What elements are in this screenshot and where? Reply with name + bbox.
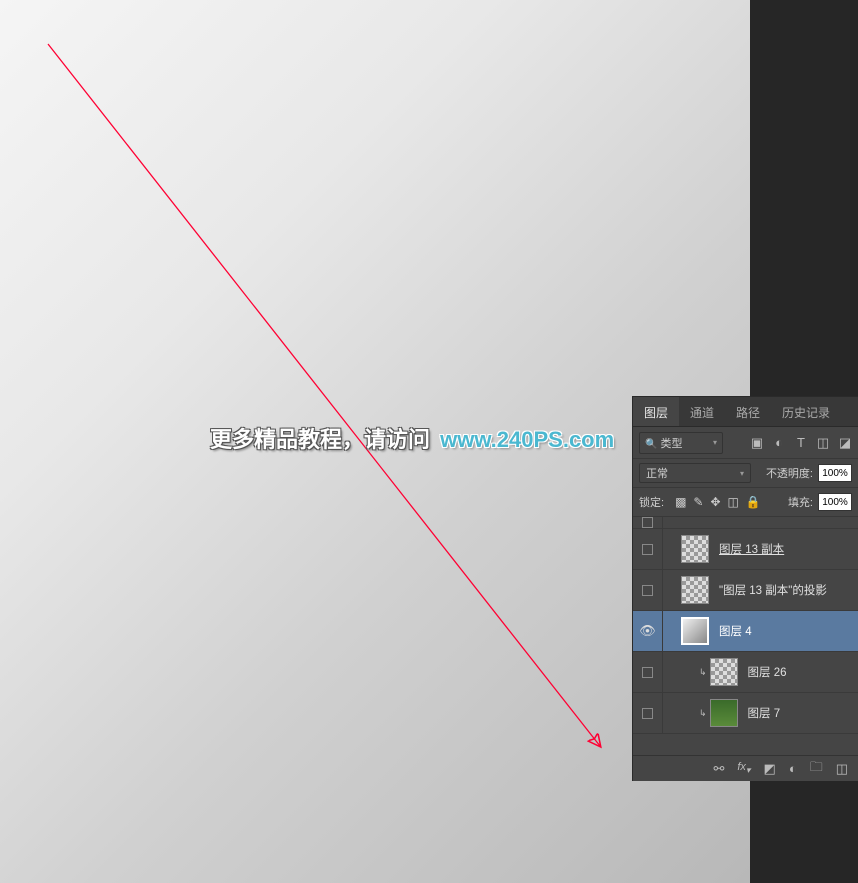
filter-row: 类型 ▾ ▣ ◐ T ◫ ◪ bbox=[633, 427, 858, 459]
filter-smart-icon[interactable]: ◪ bbox=[838, 435, 852, 451]
layer-thumbnail[interactable] bbox=[710, 699, 738, 727]
blend-mode-select[interactable]: 正常 ▾ bbox=[639, 463, 751, 483]
layers-list[interactable]: 图层 13 副本 "图层 13 副本"的投影图层 4 ↳ 图层 26 ↳ 图层 7 bbox=[633, 517, 858, 755]
clip-icon: ↳ bbox=[699, 667, 707, 678]
tab-history[interactable]: 历史记录 bbox=[771, 397, 841, 426]
layer-thumbnail[interactable] bbox=[710, 658, 738, 686]
filter-type-label: 类型 bbox=[660, 438, 682, 450]
filter-adjust-icon[interactable]: ◐ bbox=[772, 435, 786, 451]
tab-layers[interactable]: 图层 bbox=[633, 397, 679, 426]
watermark-text: 更多精品教程，请访问 www.240PS.com bbox=[210, 422, 614, 454]
visibility-toggle[interactable] bbox=[642, 517, 653, 528]
watermark-zh: 更多精品教程，请访问 bbox=[210, 427, 430, 452]
lock-artboard-icon[interactable]: ◫ bbox=[728, 495, 739, 509]
layer-name[interactable]: "图层 13 副本"的投影 bbox=[719, 582, 827, 598]
layer-name[interactable]: 图层 26 bbox=[748, 664, 787, 680]
fill-label: 填充: bbox=[788, 494, 813, 510]
eye-icon[interactable] bbox=[639, 623, 656, 639]
panel-footer: ⚯ fx▾ ◩ ◐ 🗀 ◫ bbox=[633, 755, 858, 781]
group-icon[interactable]: 🗀 bbox=[810, 758, 823, 780]
mask-icon[interactable]: ◩ bbox=[764, 761, 776, 777]
lock-brush-icon[interactable]: ✎ bbox=[693, 495, 703, 509]
lock-row: 锁定: ▩ ✎ ✥ ◫ 🔒 填充: 100% bbox=[633, 488, 858, 517]
layer-row-partial[interactable] bbox=[633, 517, 858, 529]
link-layers-icon[interactable]: ⚯ bbox=[713, 761, 724, 777]
adjustment-icon[interactable]: ◐ bbox=[789, 761, 797, 776]
chevron-down-icon: ▾ bbox=[740, 469, 744, 478]
tab-channels[interactable]: 通道 bbox=[679, 397, 725, 426]
layer-row[interactable]: "图层 13 副本"的投影 bbox=[633, 570, 858, 611]
layers-panel: 图层 通道 路径 历史记录 类型 ▾ ▣ ◐ T ◫ ◪ 正常 ▾ 不透明度: … bbox=[632, 396, 858, 781]
search-icon bbox=[645, 438, 660, 450]
visibility-toggle[interactable] bbox=[642, 544, 653, 555]
panel-tabs: 图层 通道 路径 历史记录 bbox=[633, 397, 858, 427]
clip-icon: ↳ bbox=[699, 708, 707, 719]
visibility-toggle[interactable] bbox=[642, 585, 653, 596]
opacity-input[interactable]: 100% bbox=[818, 464, 852, 482]
layer-row[interactable]: 图层 4 bbox=[633, 611, 858, 652]
filter-type-icon[interactable]: T bbox=[794, 435, 808, 451]
layer-name[interactable]: 图层 7 bbox=[748, 705, 781, 721]
layer-name[interactable]: 图层 4 bbox=[719, 623, 752, 639]
chevron-down-icon: ▾ bbox=[713, 438, 717, 447]
filter-shape-icon[interactable]: ◫ bbox=[816, 435, 830, 451]
opacity-label: 不透明度: bbox=[766, 465, 813, 481]
tab-paths[interactable]: 路径 bbox=[725, 397, 771, 426]
blend-mode-value: 正常 bbox=[646, 465, 668, 481]
blend-row: 正常 ▾ 不透明度: 100% bbox=[633, 459, 858, 488]
filter-icons: ▣ ◐ T ◫ ◪ bbox=[750, 435, 852, 451]
filter-type-select[interactable]: 类型 ▾ bbox=[639, 432, 723, 454]
filter-pixel-icon[interactable]: ▣ bbox=[750, 435, 764, 451]
visibility-toggle[interactable] bbox=[642, 708, 653, 719]
lock-icons: ▩ ✎ ✥ ◫ 🔒 bbox=[675, 495, 761, 509]
new-layer-icon[interactable]: ◫ bbox=[836, 761, 848, 777]
layer-thumbnail[interactable] bbox=[681, 576, 709, 604]
visibility-toggle[interactable] bbox=[642, 667, 653, 678]
lock-move-icon[interactable]: ✥ bbox=[710, 495, 720, 509]
layer-name[interactable]: 图层 13 副本 bbox=[719, 541, 784, 557]
layer-row[interactable]: ↳ 图层 7 bbox=[633, 693, 858, 734]
layer-row[interactable]: 图层 13 副本 bbox=[633, 529, 858, 570]
fill-input[interactable]: 100% bbox=[818, 493, 852, 511]
lock-label: 锁定: bbox=[639, 494, 664, 510]
lock-all-icon[interactable]: 🔒 bbox=[746, 495, 761, 509]
watermark-url: www.240PS.com bbox=[440, 427, 614, 452]
layer-thumbnail[interactable] bbox=[681, 617, 709, 645]
lock-transparent-icon[interactable]: ▩ bbox=[675, 495, 686, 509]
layer-thumbnail[interactable] bbox=[681, 535, 709, 563]
fx-icon[interactable]: fx▾ bbox=[737, 761, 750, 776]
layer-row[interactable]: ↳ 图层 26 bbox=[633, 652, 858, 693]
